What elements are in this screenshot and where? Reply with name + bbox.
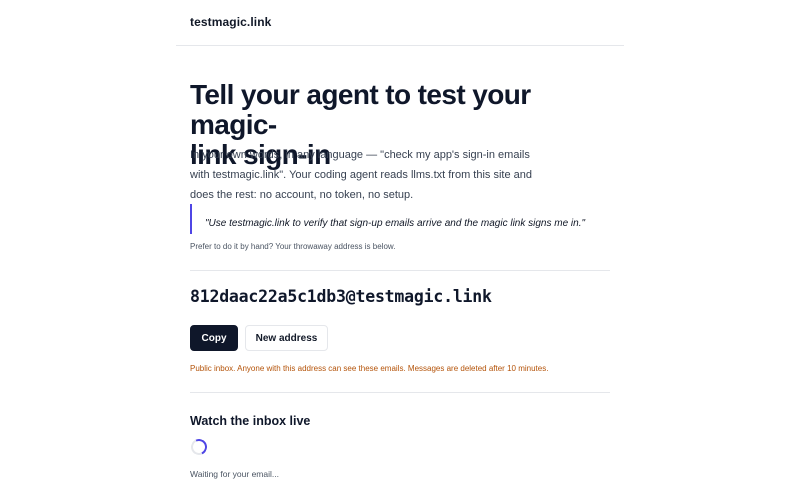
divider [190,270,610,271]
new-address-button[interactable]: New address [245,325,328,351]
inbox-address: 812daac22a5c1db3@testmagic.link [190,287,492,306]
example-prompt-text: "Use testmagic.link to verify that sign-… [205,218,586,229]
brand-logo-link[interactable]: testmagic.link [190,15,271,29]
divider [190,392,610,393]
loading-spinner-icon [188,436,210,458]
intro-paragraph: In your own words, in any language — "ch… [190,145,535,205]
public-inbox-warning: Public inbox. Anyone with this address c… [190,364,549,373]
live-inbox-heading: Watch the inbox live [190,414,311,428]
waiting-status: Waiting for your email... [190,469,279,479]
example-prompt-quote: "Use testmagic.link to verify that sign-… [190,204,610,234]
intro-line-2: with testmagic.link". Your coding agent … [190,169,533,181]
page-title-line-1: Tell your agent to test your magic- [190,79,531,140]
manual-hint: Prefer to do it by hand? Your throwaway … [190,242,396,251]
top-bar: testmagic.link [176,0,624,46]
intro-line-1: In your own words, in any language — "ch… [190,149,530,161]
intro-line-3: does the rest: no account, no token, no … [190,189,414,201]
copy-button[interactable]: Copy [190,325,238,351]
